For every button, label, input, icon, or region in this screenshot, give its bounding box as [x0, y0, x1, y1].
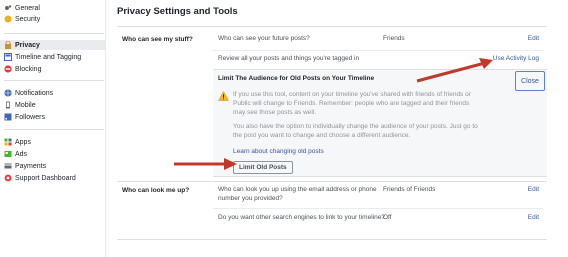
row-divider: [213, 50, 543, 51]
annotation-arrow-icon: [416, 58, 493, 83]
setting-question: Who can see your future posts?: [218, 35, 310, 42]
page-title: Privacy Settings and Tools: [117, 6, 238, 17]
setting-question: Do you want other search engines to link…: [218, 214, 385, 221]
setting-question: Review all your posts and things you're …: [218, 55, 360, 62]
sidebar-item-label: Followers: [15, 113, 45, 121]
divider: [117, 239, 547, 240]
sidebar-item-label: General: [15, 4, 40, 12]
card-icon: [4, 162, 12, 170]
close-button[interactable]: Close: [515, 71, 545, 91]
sidebar-item-timeline[interactable]: Timeline and Tagging: [0, 52, 106, 62]
learn-more-link[interactable]: Learn about changing old posts: [233, 148, 324, 155]
mobile-icon: [4, 101, 12, 109]
divider: [117, 26, 547, 27]
sidebar-item-mobile[interactable]: Mobile: [0, 100, 106, 110]
section-label-look-me-up: Who can look me up?: [122, 187, 190, 194]
sidebar-item-label: Ads: [15, 150, 28, 158]
sidebar-divider: [4, 33, 104, 34]
sidebar-item-label: Mobile: [15, 101, 36, 109]
sidebar-item-apps[interactable]: Apps: [0, 137, 106, 147]
sidebar-item-label: Privacy: [15, 41, 40, 49]
annotation-arrow-icon: [174, 158, 237, 170]
edit-link[interactable]: Edit: [528, 186, 539, 193]
edit-link[interactable]: Edit: [528, 214, 539, 221]
apps-icon: [4, 138, 12, 146]
sidebar-item-notifications[interactable]: Notifications: [0, 88, 106, 98]
sidebar-item-general[interactable]: General: [0, 3, 106, 13]
row-divider: [213, 208, 543, 209]
setting-value: Friends: [383, 35, 405, 42]
sidebar-item-security[interactable]: Security: [0, 14, 106, 24]
gear-icon: [4, 4, 12, 12]
settings-sidebar: General Security Privacy Timeline and Ta…: [0, 0, 106, 257]
panel-title: Limit The Audience for Old Posts on Your…: [218, 75, 375, 82]
divider: [117, 181, 547, 182]
sidebar-item-payments[interactable]: Payments: [0, 161, 106, 171]
sidebar-item-label: Security: [15, 15, 41, 23]
block-icon: [4, 65, 12, 73]
sidebar-item-followers[interactable]: Followers: [0, 112, 106, 122]
sidebar-divider: [4, 80, 104, 81]
badge-icon: [4, 15, 12, 23]
section-label-who-can-see: Who can see my stuff?: [122, 36, 193, 43]
sidebar-item-label: Blocking: [15, 65, 42, 73]
sidebar-item-support-dashboard[interactable]: Support Dashboard: [0, 173, 106, 183]
warning-text: If you use this tool, content on your ti…: [233, 91, 471, 116]
sidebar-item-ads[interactable]: Ads: [0, 149, 106, 159]
timeline-icon: [4, 53, 12, 61]
ads-icon: [4, 150, 12, 158]
limit-old-posts-panel: Limit The Audience for Old Posts on Your…: [213, 69, 547, 177]
privacy-settings-panel: Privacy Settings and Tools Who can see m…: [117, 0, 547, 257]
rss-icon: [4, 113, 12, 121]
sidebar-item-label: Support Dashboard: [15, 174, 76, 182]
setting-value: Friends of Friends: [383, 186, 436, 193]
warning-icon: [218, 91, 229, 101]
info-text: You also have the option to individually…: [233, 123, 478, 139]
setting-value: Off: [383, 214, 392, 221]
sidebar-item-label: Apps: [15, 138, 31, 146]
edit-link[interactable]: Edit: [528, 35, 539, 42]
sidebar-item-label: Payments: [15, 162, 47, 170]
activity-log-link[interactable]: Use Activity Log: [493, 55, 539, 62]
sidebar-item-label: Notifications: [15, 89, 54, 97]
sidebar-item-blocking[interactable]: Blocking: [0, 64, 106, 74]
sidebar-divider: [4, 129, 104, 130]
sidebar-item-label: Timeline and Tagging: [15, 53, 82, 61]
globe-icon: [4, 89, 12, 97]
setting-question: Who can look you up using the email addr…: [218, 186, 377, 202]
lifebuoy-icon: [4, 174, 12, 182]
sidebar-item-privacy[interactable]: Privacy: [0, 40, 106, 50]
limit-old-posts-button[interactable]: Limit Old Posts: [233, 161, 293, 174]
lock-icon: [4, 41, 12, 49]
